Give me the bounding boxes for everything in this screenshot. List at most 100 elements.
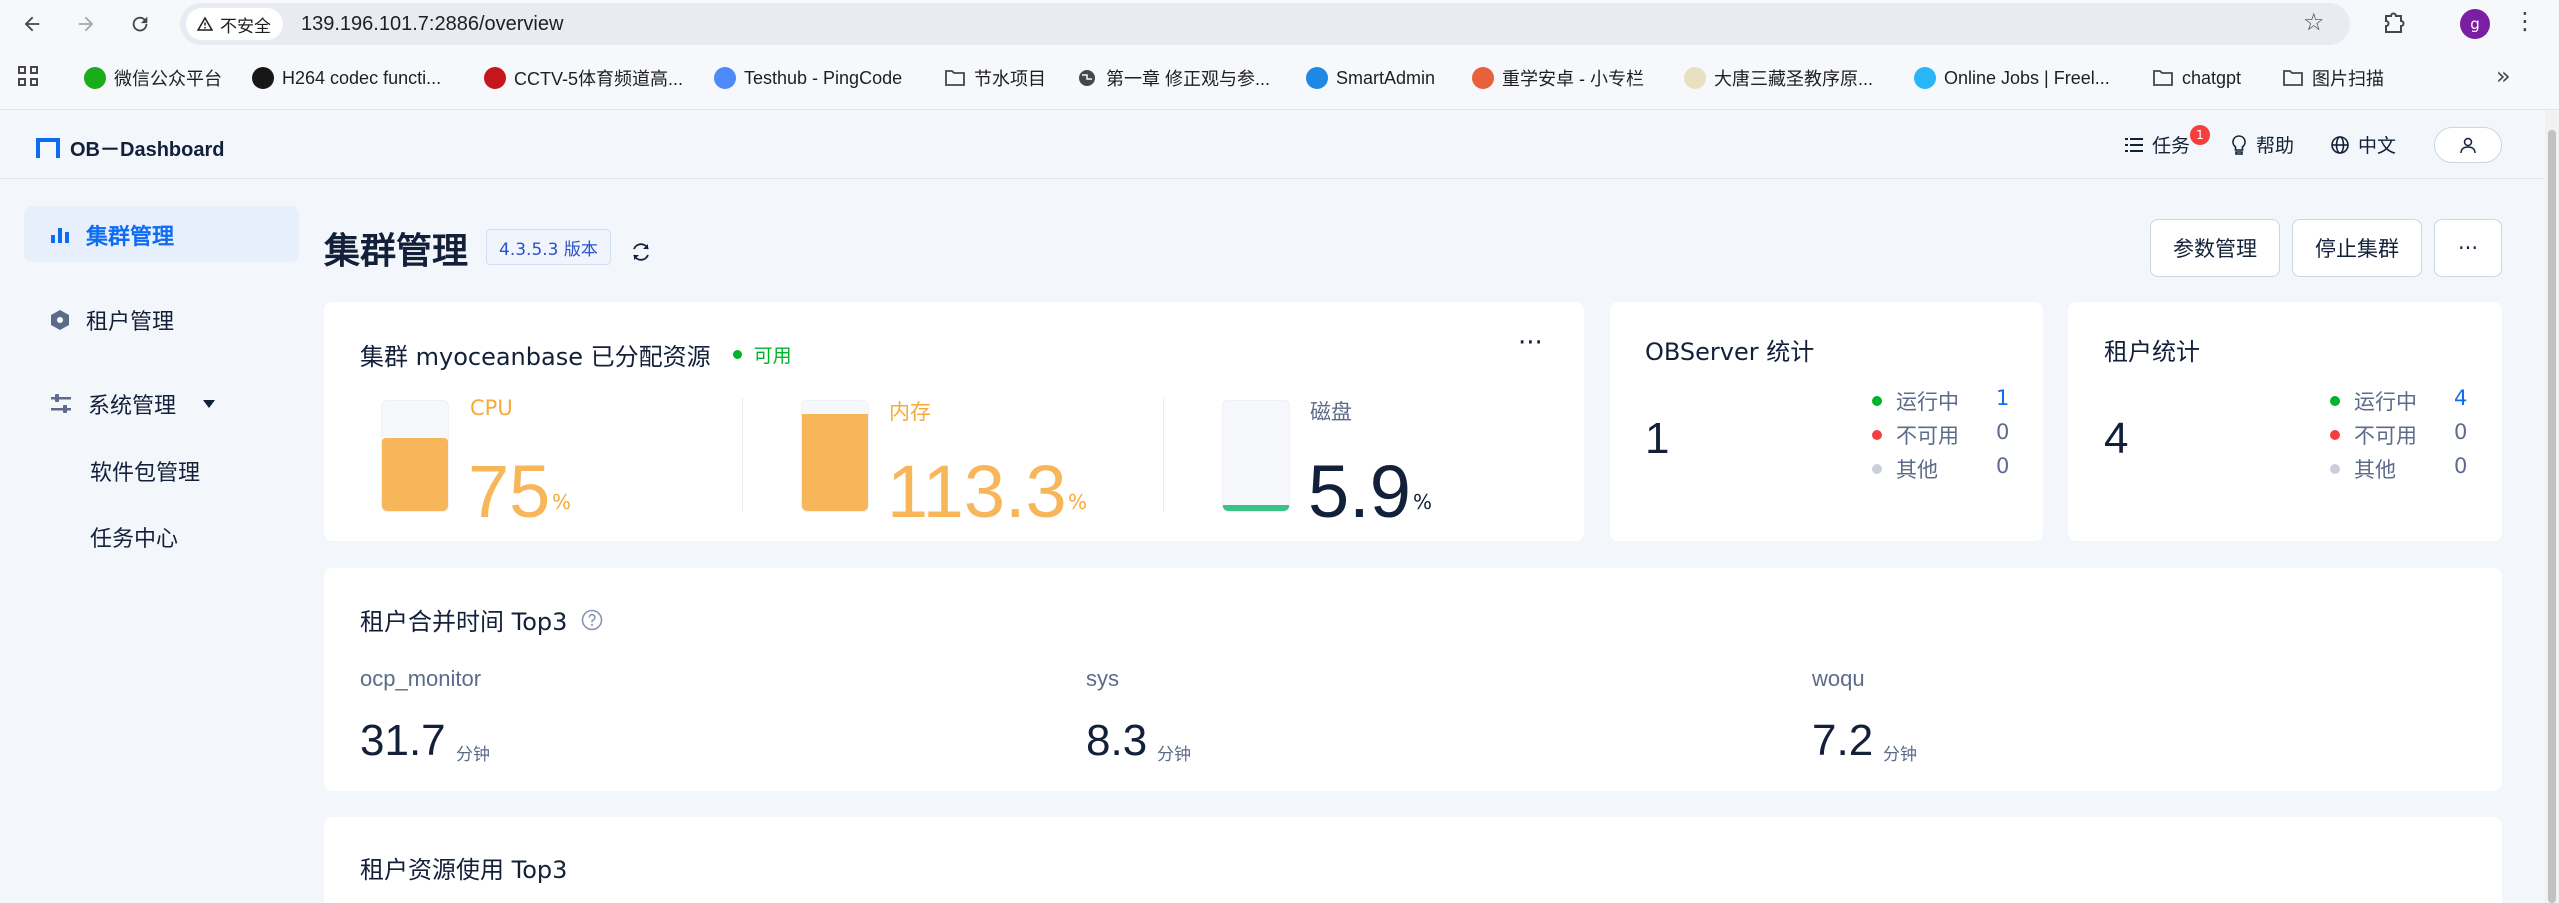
back-button[interactable] bbox=[14, 6, 50, 42]
bookmark-label: 第一章 修正观与参... bbox=[1106, 69, 1271, 89]
legend-row: 其他 bbox=[2330, 454, 2396, 484]
url-text[interactable]: 139.196.101.7:2886/overview bbox=[301, 13, 563, 36]
caret-down-icon[interactable] bbox=[202, 399, 216, 409]
user-menu-button[interactable] bbox=[2434, 127, 2502, 163]
sliders-icon bbox=[51, 394, 71, 413]
more-bookmarks-icon[interactable]: » bbox=[2496, 62, 2511, 90]
bookmark-item[interactable]: 大唐三藏圣教序原... bbox=[1684, 63, 1873, 93]
bookmark-label: Testhub - PingCode bbox=[744, 67, 903, 88]
disk-value: 5.9 bbox=[1308, 450, 1411, 533]
merge-tenant-name: sys bbox=[1086, 666, 1119, 691]
language-menu[interactable]: 中文 bbox=[2330, 131, 2396, 158]
forward-button[interactable] bbox=[68, 6, 104, 42]
profile-avatar[interactable]: g bbox=[2460, 9, 2490, 39]
status-dot bbox=[732, 350, 742, 359]
more-actions-button[interactable]: ··· bbox=[2434, 219, 2502, 277]
bookmark-item[interactable]: 图片扫描 bbox=[2282, 63, 2384, 93]
divider bbox=[742, 398, 743, 512]
insecure-label: 不安全 bbox=[220, 16, 271, 37]
reload-button[interactable] bbox=[122, 6, 158, 42]
legend-row: 其他 bbox=[1872, 454, 1938, 484]
legend-value: 4 bbox=[2454, 386, 2468, 410]
lightbulb-icon bbox=[2232, 134, 2246, 155]
help-circle-icon[interactable] bbox=[581, 609, 603, 631]
browser-menu-icon[interactable]: ⋮ bbox=[2513, 7, 2537, 35]
sidebar-item-system[interactable]: 系统管理 bbox=[50, 388, 216, 420]
bookmark-item[interactable]: Online Jobs | Freel... bbox=[1914, 63, 2110, 93]
page-scrollbar-thumb[interactable] bbox=[2548, 130, 2556, 903]
bookmark-item[interactable]: H264 codec functi... bbox=[252, 63, 441, 93]
legend-label: 其他 bbox=[1896, 458, 1938, 482]
sidebar-item-task-center[interactable]: 任务中心 bbox=[90, 521, 178, 553]
tasks-menu[interactable]: 任务 bbox=[2124, 131, 2190, 158]
extensions-button[interactable] bbox=[2375, 6, 2411, 42]
help-menu[interactable]: 帮助 bbox=[2230, 131, 2294, 158]
warning-triangle-icon bbox=[196, 16, 214, 31]
folder-icon bbox=[944, 67, 966, 89]
memory-gauge-fill bbox=[802, 414, 868, 511]
merge-time-unit: 分钟 bbox=[1883, 745, 1917, 765]
bookmark-label: 微信公众平台 bbox=[114, 69, 222, 89]
legend-row: 运行中 bbox=[2330, 386, 2417, 416]
bookmark-item[interactable]: SmartAdmin bbox=[1306, 63, 1435, 93]
bookmark-item[interactable]: CCTV-5体育频道高... bbox=[484, 63, 683, 93]
reload-icon bbox=[132, 16, 148, 32]
legend-row: 不可用 bbox=[1872, 420, 1959, 450]
memory-unit: % bbox=[1068, 490, 1088, 514]
help-label: 帮助 bbox=[2256, 135, 2295, 157]
cctv-icon bbox=[484, 67, 506, 89]
legend-value: 0 bbox=[2454, 420, 2468, 444]
params-button[interactable]: 参数管理 bbox=[2150, 219, 2280, 277]
folder-icon bbox=[2282, 67, 2304, 89]
bookmark-item[interactable]: Testhub - PingCode bbox=[714, 63, 902, 93]
sidebar-item-label: 集群管理 bbox=[86, 225, 175, 250]
legend-value: 0 bbox=[2454, 454, 2468, 478]
user-icon bbox=[2460, 137, 2476, 154]
resource-top3-card bbox=[324, 817, 2502, 903]
resource-top3-title: 租户资源使用 Top3 bbox=[360, 856, 568, 884]
sidebar-item-label: 系统管理 bbox=[88, 394, 177, 419]
legend-row: 运行中 bbox=[1872, 386, 1959, 416]
disk-label: 磁盘 bbox=[1310, 400, 1352, 424]
cpu-value: 75 bbox=[468, 450, 551, 533]
bookmark-label: H264 codec functi... bbox=[282, 67, 442, 88]
bookmark-label: 重学安卓 - 小专栏 bbox=[1502, 69, 1644, 89]
sidebar-item-packages[interactable]: 软件包管理 bbox=[90, 455, 200, 487]
arrow-left-icon bbox=[24, 16, 40, 32]
bookmark-star-icon[interactable]: ☆ bbox=[2303, 8, 2325, 36]
observer-total: 1 bbox=[1645, 414, 1670, 463]
legend-label: 运行中 bbox=[1896, 390, 1959, 414]
sidebar-item-tenant[interactable]: 租户管理 bbox=[50, 304, 174, 336]
github-icon bbox=[252, 67, 274, 89]
sidebar-item-cluster[interactable]: 集群管理 bbox=[50, 219, 174, 251]
bookmark-item[interactable]: chatgpt bbox=[2152, 63, 2241, 93]
language-label: 中文 bbox=[2358, 135, 2397, 157]
apps-grid-icon[interactable] bbox=[16, 64, 40, 88]
site-info-chip[interactable]: 不安全 bbox=[186, 8, 283, 40]
bookmark-label: 图片扫描 bbox=[2312, 69, 2384, 89]
tenant-stats-title: 租户统计 bbox=[2104, 338, 2200, 366]
disk-gauge bbox=[1222, 400, 1290, 512]
address-bar[interactable]: 不安全 139.196.101.7:2886/overview bbox=[180, 3, 2350, 45]
xiaozhuanlan-icon bbox=[1472, 67, 1494, 89]
legend-label: 不可用 bbox=[2354, 424, 2417, 448]
wifi-icon bbox=[1306, 67, 1328, 89]
globe-icon bbox=[1076, 67, 1098, 89]
legend-value: 0 bbox=[1996, 454, 2010, 478]
bookmark-item[interactable]: 微信公众平台 bbox=[84, 63, 222, 93]
refresh-icon[interactable] bbox=[630, 241, 652, 263]
resource-more-icon[interactable]: ··· bbox=[1518, 328, 1543, 358]
bookmark-item[interactable]: 重学安卓 - 小专栏 bbox=[1472, 63, 1644, 93]
bookmark-item[interactable]: 节水项目 bbox=[944, 63, 1046, 93]
merge-title-text: 租户合并时间 Top3 bbox=[360, 608, 568, 636]
sidebar-item-label: 软件包管理 bbox=[90, 461, 201, 486]
merge-time-value: 31.7 bbox=[360, 716, 446, 765]
bookmark-item[interactable]: 第一章 修正观与参... bbox=[1076, 63, 1270, 93]
legend-value: 1 bbox=[1996, 386, 2010, 410]
disk-unit: % bbox=[1413, 490, 1433, 514]
app-logo[interactable]: OB－Dashboard bbox=[36, 133, 224, 162]
puzzle-icon bbox=[2385, 12, 2405, 33]
logo-text: OB－Dashboard bbox=[70, 139, 225, 161]
list-icon bbox=[2125, 137, 2143, 152]
stop-cluster-button[interactable]: 停止集群 bbox=[2292, 219, 2422, 277]
